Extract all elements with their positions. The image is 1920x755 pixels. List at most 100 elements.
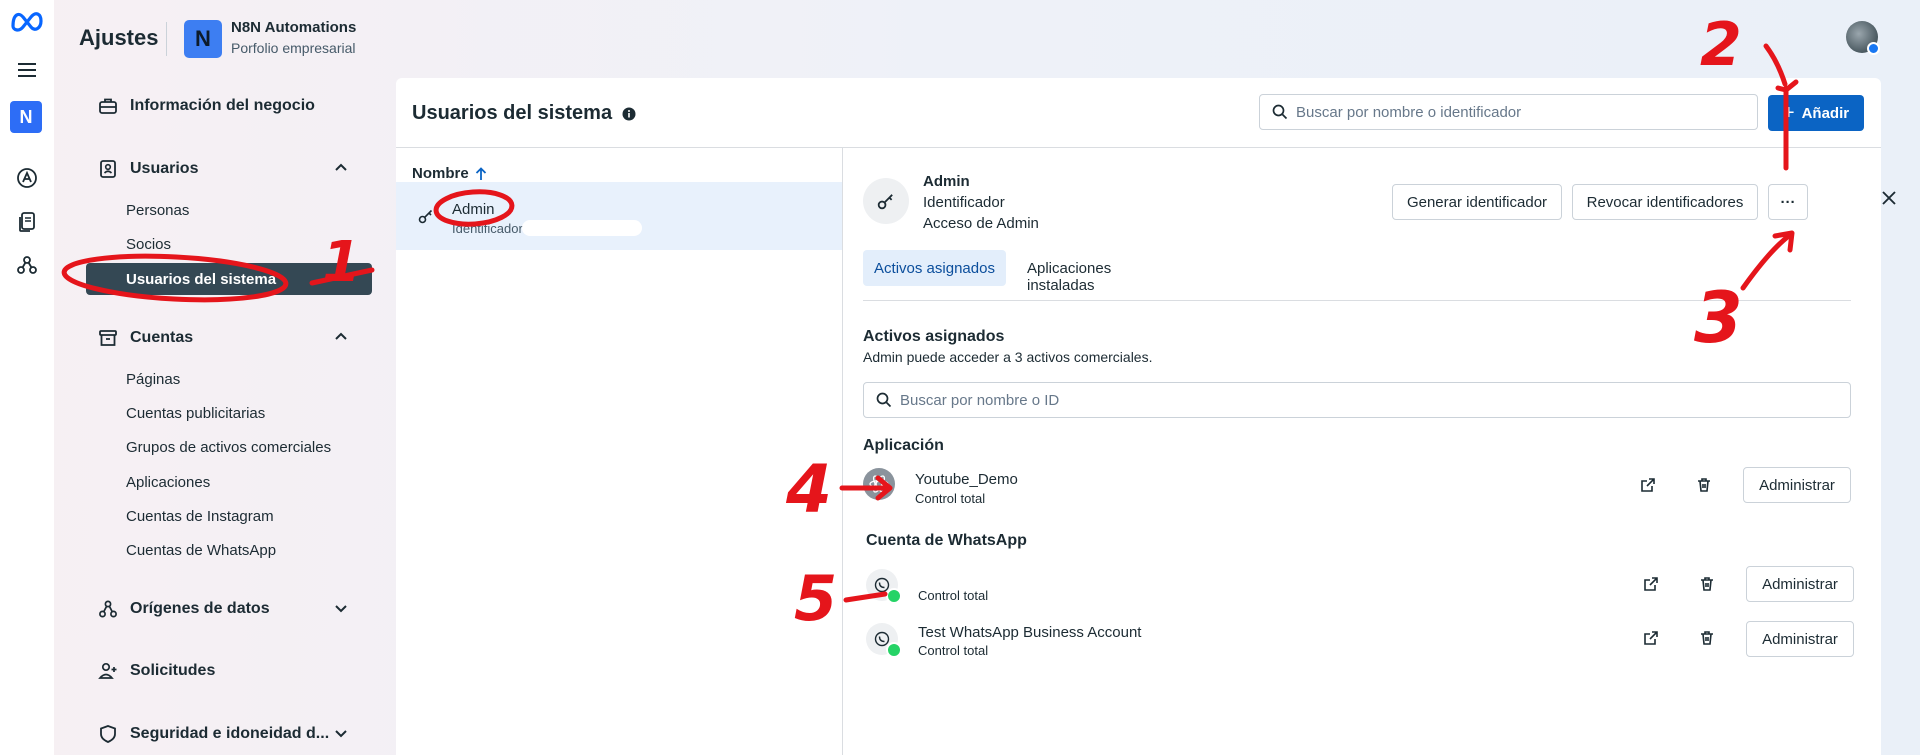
- external-link-icon[interactable]: [1640, 477, 1656, 493]
- briefcase-icon: [99, 98, 117, 114]
- nav-item-pages[interactable]: Páginas: [126, 371, 180, 388]
- chevron-down-icon[interactable]: [334, 604, 348, 614]
- revoke-tokens-button[interactable]: Revocar identificadores: [1572, 184, 1758, 220]
- asset-access-whatsapp-1: Control total: [918, 588, 989, 603]
- archive-icon: [99, 330, 117, 346]
- external-link-icon[interactable]: [1643, 630, 1659, 646]
- asset-access-app: Control total: [915, 491, 986, 506]
- generate-token-button[interactable]: Generar identificador: [1392, 184, 1562, 220]
- whatsapp-badge-icon: [886, 642, 902, 658]
- key-icon: [418, 209, 433, 224]
- detail-name: Admin: [923, 173, 970, 190]
- whatsapp-heading: Cuenta de WhatsApp: [866, 532, 1027, 549]
- shield-icon: [100, 725, 116, 743]
- org-name[interactable]: N8N Automations: [231, 19, 356, 36]
- chevron-up-icon[interactable]: [334, 331, 348, 341]
- nav-data-sources[interactable]: Orígenes de datos: [98, 599, 270, 619]
- nav-accounts-section[interactable]: Cuentas: [98, 328, 193, 348]
- nav-users-label: Usuarios: [130, 160, 199, 177]
- system-user-identifier: Identificador: [452, 221, 523, 236]
- panel-title: Usuarios del sistema: [412, 102, 636, 125]
- panel-title-text: Usuarios del sistema: [412, 102, 613, 124]
- system-users-search[interactable]: [1259, 94, 1758, 130]
- name-column-label: Nombre: [412, 165, 469, 182]
- facebook-badge-icon: [1867, 42, 1880, 55]
- tab-installed-apps[interactable]: Aplicaciones instaladas: [1027, 260, 1111, 294]
- chevron-up-icon[interactable]: [334, 162, 348, 172]
- system-users-search-input[interactable]: [1296, 103, 1757, 121]
- nav-item-apps[interactable]: Aplicaciones: [126, 474, 210, 491]
- nav-accounts-label: Cuentas: [130, 329, 194, 346]
- whatsapp-badge-icon: [886, 588, 902, 604]
- nav-item-socios[interactable]: Socios: [126, 236, 171, 253]
- nav-users-section[interactable]: Usuarios: [98, 159, 198, 179]
- org-avatar[interactable]: N: [184, 20, 222, 58]
- pages-icon[interactable]: [14, 209, 40, 235]
- meta-logo-icon[interactable]: [9, 8, 45, 37]
- menu-icon[interactable]: [14, 57, 40, 83]
- close-icon[interactable]: [1881, 190, 1897, 206]
- nav-item-whatsapp[interactable]: Cuentas de WhatsApp: [126, 542, 276, 559]
- manage-app-button[interactable]: Administrar: [1743, 467, 1851, 503]
- org-subtitle: Porfolio empresarial: [231, 40, 356, 56]
- trash-icon[interactable]: [1699, 576, 1715, 592]
- key-icon: [877, 194, 893, 210]
- detail-role: Acceso de Admin: [923, 215, 1039, 232]
- manage-whatsapp-1-button[interactable]: Administrar: [1746, 566, 1854, 602]
- header-divider: [166, 22, 167, 56]
- assets-heading: Activos asignados: [863, 328, 1005, 345]
- asset-name-whatsapp-2: Test WhatsApp Business Account: [918, 624, 1142, 641]
- name-column-header[interactable]: Nombre: [412, 165, 487, 182]
- info-icon[interactable]: [622, 107, 636, 121]
- add-button-label: Añadir: [1801, 104, 1850, 122]
- search-icon: [1272, 104, 1288, 120]
- nav-security[interactable]: Seguridad e idoneidad d...: [98, 724, 329, 744]
- external-link-icon[interactable]: [1643, 576, 1659, 592]
- nav-item-instagram[interactable]: Cuentas de Instagram: [126, 508, 274, 525]
- nav-item-personas[interactable]: Personas: [126, 202, 189, 219]
- assets-search[interactable]: [863, 382, 1851, 418]
- person-add-icon: [98, 662, 117, 679]
- tabs-divider: [863, 300, 1851, 301]
- nav-business-info-label: Información del negocio: [130, 97, 315, 114]
- plus-icon: +: [1782, 101, 1795, 124]
- detail-avatar: [863, 178, 909, 224]
- asset-access-whatsapp-2: Control total: [918, 643, 989, 658]
- more-options-button[interactable]: ···: [1768, 184, 1808, 220]
- system-user-row[interactable]: Admin Identificador: [396, 182, 842, 250]
- search-icon: [876, 392, 892, 408]
- nav-business-info[interactable]: Información del negocio: [98, 96, 315, 116]
- integrations-icon[interactable]: [14, 252, 40, 278]
- gear-icon: [869, 475, 889, 493]
- chevron-down-icon[interactable]: [334, 729, 348, 739]
- nav-item-ad-accounts[interactable]: Cuentas publicitarias: [126, 405, 265, 422]
- nav-requests-label: Solicitudes: [130, 662, 216, 679]
- nav-requests[interactable]: Solicitudes: [98, 661, 215, 681]
- app-asset-icon: [863, 468, 895, 500]
- add-system-user-button[interactable]: + Añadir: [1768, 95, 1864, 131]
- nav-data-sources-label: Orígenes de datos: [130, 600, 270, 617]
- tab-assigned-assets[interactable]: Activos asignados: [863, 250, 1006, 286]
- ads-manager-icon[interactable]: [14, 165, 40, 191]
- assets-search-input[interactable]: [900, 391, 1850, 409]
- org-switcher[interactable]: N: [10, 101, 42, 133]
- id-badge-icon: [100, 160, 116, 178]
- column-divider: [842, 148, 843, 755]
- nav-security-label: Seguridad e idoneidad d...: [130, 725, 330, 742]
- nav-item-asset-groups[interactable]: Grupos de activos comerciales: [126, 439, 331, 456]
- system-user-name: Admin: [452, 201, 495, 218]
- icon-rail: N: [0, 0, 54, 755]
- annotation-label-2: 2: [1700, 10, 1742, 80]
- user-avatar[interactable]: [1846, 21, 1880, 55]
- detail-identifier: Identificador: [923, 194, 1005, 211]
- trash-icon[interactable]: [1699, 630, 1715, 646]
- manage-whatsapp-2-button[interactable]: Administrar: [1746, 621, 1854, 657]
- sort-arrow-up-icon: [475, 166, 486, 180]
- trash-icon[interactable]: [1696, 477, 1712, 493]
- redacted-id: [522, 220, 642, 236]
- app-section-heading: Aplicación: [863, 437, 944, 454]
- asset-name-app: Youtube_Demo: [915, 471, 1018, 488]
- page-header-title: Ajustes: [79, 25, 159, 50]
- system-users-panel: Usuarios del sistema + Añadir Nombre Admi…: [396, 78, 1896, 755]
- nav-item-system-users[interactable]: Usuarios del sistema: [86, 263, 372, 295]
